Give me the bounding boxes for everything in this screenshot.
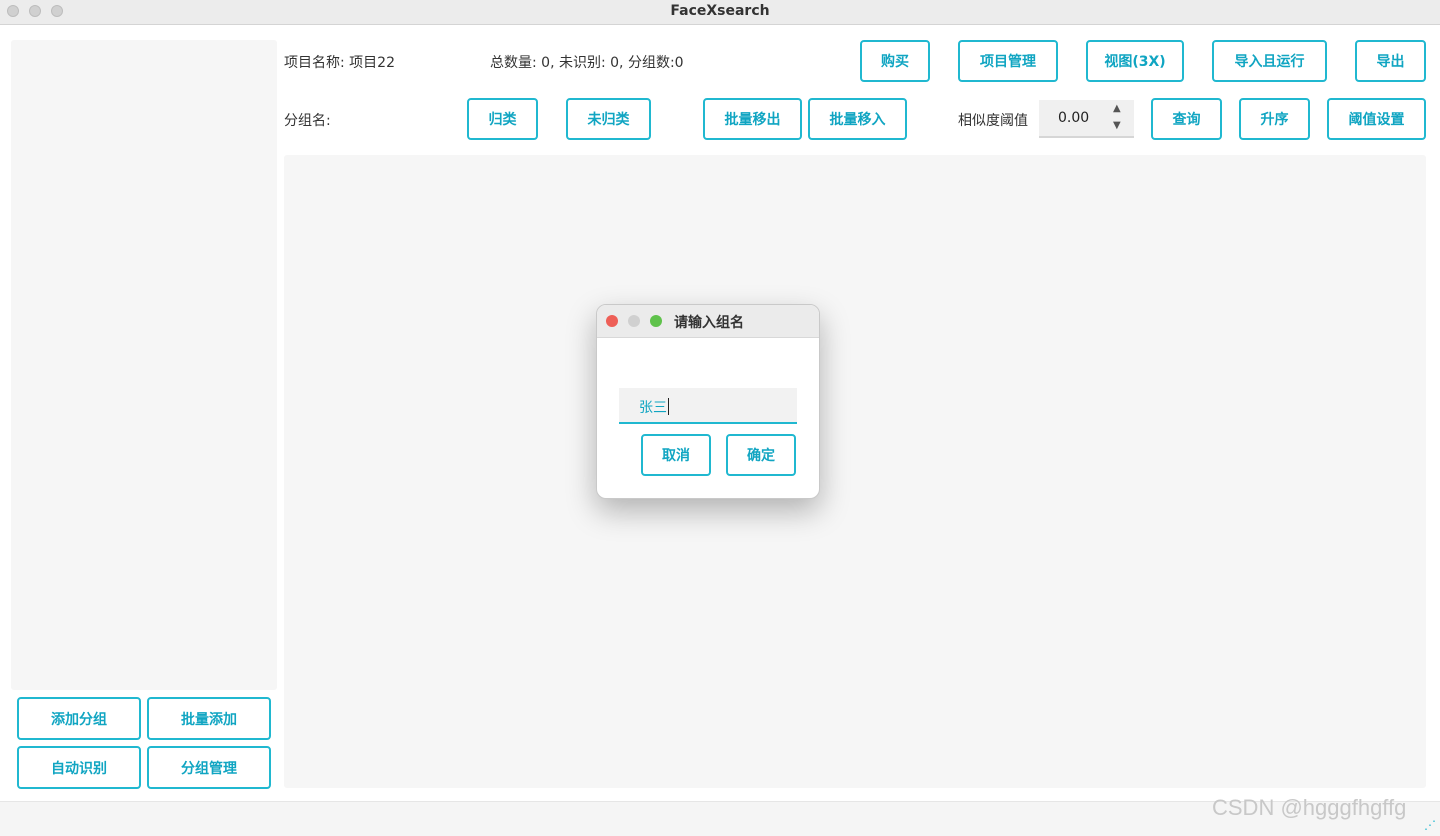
ascending-button[interactable]: 升序 — [1239, 98, 1310, 140]
confirm-button[interactable]: 确定 — [726, 434, 796, 476]
view-button[interactable]: 视图(3X) — [1086, 40, 1184, 82]
unclassified-button[interactable]: 未归类 — [566, 98, 651, 140]
batch-add-button[interactable]: 批量添加 — [147, 697, 271, 740]
dialog-title: 请输入组名 — [674, 315, 744, 331]
stats-label: 总数量: 0, 未识别: 0, 分组数:0 — [490, 55, 684, 71]
dialog-titlebar: 请输入组名 — [597, 305, 819, 338]
watermark-text: CSDN @hgggfhgffg — [1212, 795, 1407, 820]
cancel-button[interactable]: 取消 — [641, 434, 711, 476]
project-name-label: 项目名称: 项目22 — [284, 55, 395, 71]
spin-up-icon[interactable]: ▲ — [1113, 103, 1121, 114]
project-manage-button[interactable]: 项目管理 — [958, 40, 1058, 82]
group-list-panel[interactable] — [11, 40, 277, 690]
batch-move-out-button[interactable]: 批量移出 — [703, 98, 802, 140]
window-titlebar: FaceXsearch — [0, 0, 1440, 25]
dialog-close-icon[interactable] — [606, 315, 618, 327]
query-button[interactable]: 查询 — [1151, 98, 1222, 140]
similarity-threshold-label: 相似度阈值 — [958, 113, 1028, 129]
threshold-value: 0.00 — [1058, 110, 1090, 126]
group-name-label: 分组名: — [284, 113, 331, 129]
batch-move-in-button[interactable]: 批量移入 — [808, 98, 907, 140]
spin-down-icon[interactable]: ▼ — [1113, 120, 1121, 131]
face-grid-panel[interactable] — [284, 155, 1426, 788]
threshold-spinbox[interactable]: 0.00 ▲ ▼ — [1039, 100, 1134, 138]
import-run-button[interactable]: 导入且运行 — [1212, 40, 1327, 82]
classify-button[interactable]: 归类 — [467, 98, 538, 140]
window-title: FaceXsearch — [670, 3, 770, 19]
dialog-zoom-icon[interactable] — [650, 315, 662, 327]
group-manage-button[interactable]: 分组管理 — [147, 746, 271, 789]
dialog-minimize-icon — [628, 315, 640, 327]
resize-grip-icon[interactable]: ⋰ — [1424, 818, 1436, 832]
group-name-input-value: 张三 — [639, 397, 669, 417]
add-group-button[interactable]: 添加分组 — [17, 697, 141, 740]
buy-button[interactable]: 购买 — [860, 40, 930, 82]
text-cursor — [668, 398, 669, 415]
threshold-settings-button[interactable]: 阈值设置 — [1327, 98, 1426, 140]
group-name-input[interactable]: 张三 — [619, 388, 797, 424]
input-text: 张三 — [639, 400, 667, 416]
export-button[interactable]: 导出 — [1355, 40, 1426, 82]
group-name-dialog: 请输入组名 张三 取消 确定 — [596, 304, 820, 499]
auto-recognize-button[interactable]: 自动识别 — [17, 746, 141, 789]
